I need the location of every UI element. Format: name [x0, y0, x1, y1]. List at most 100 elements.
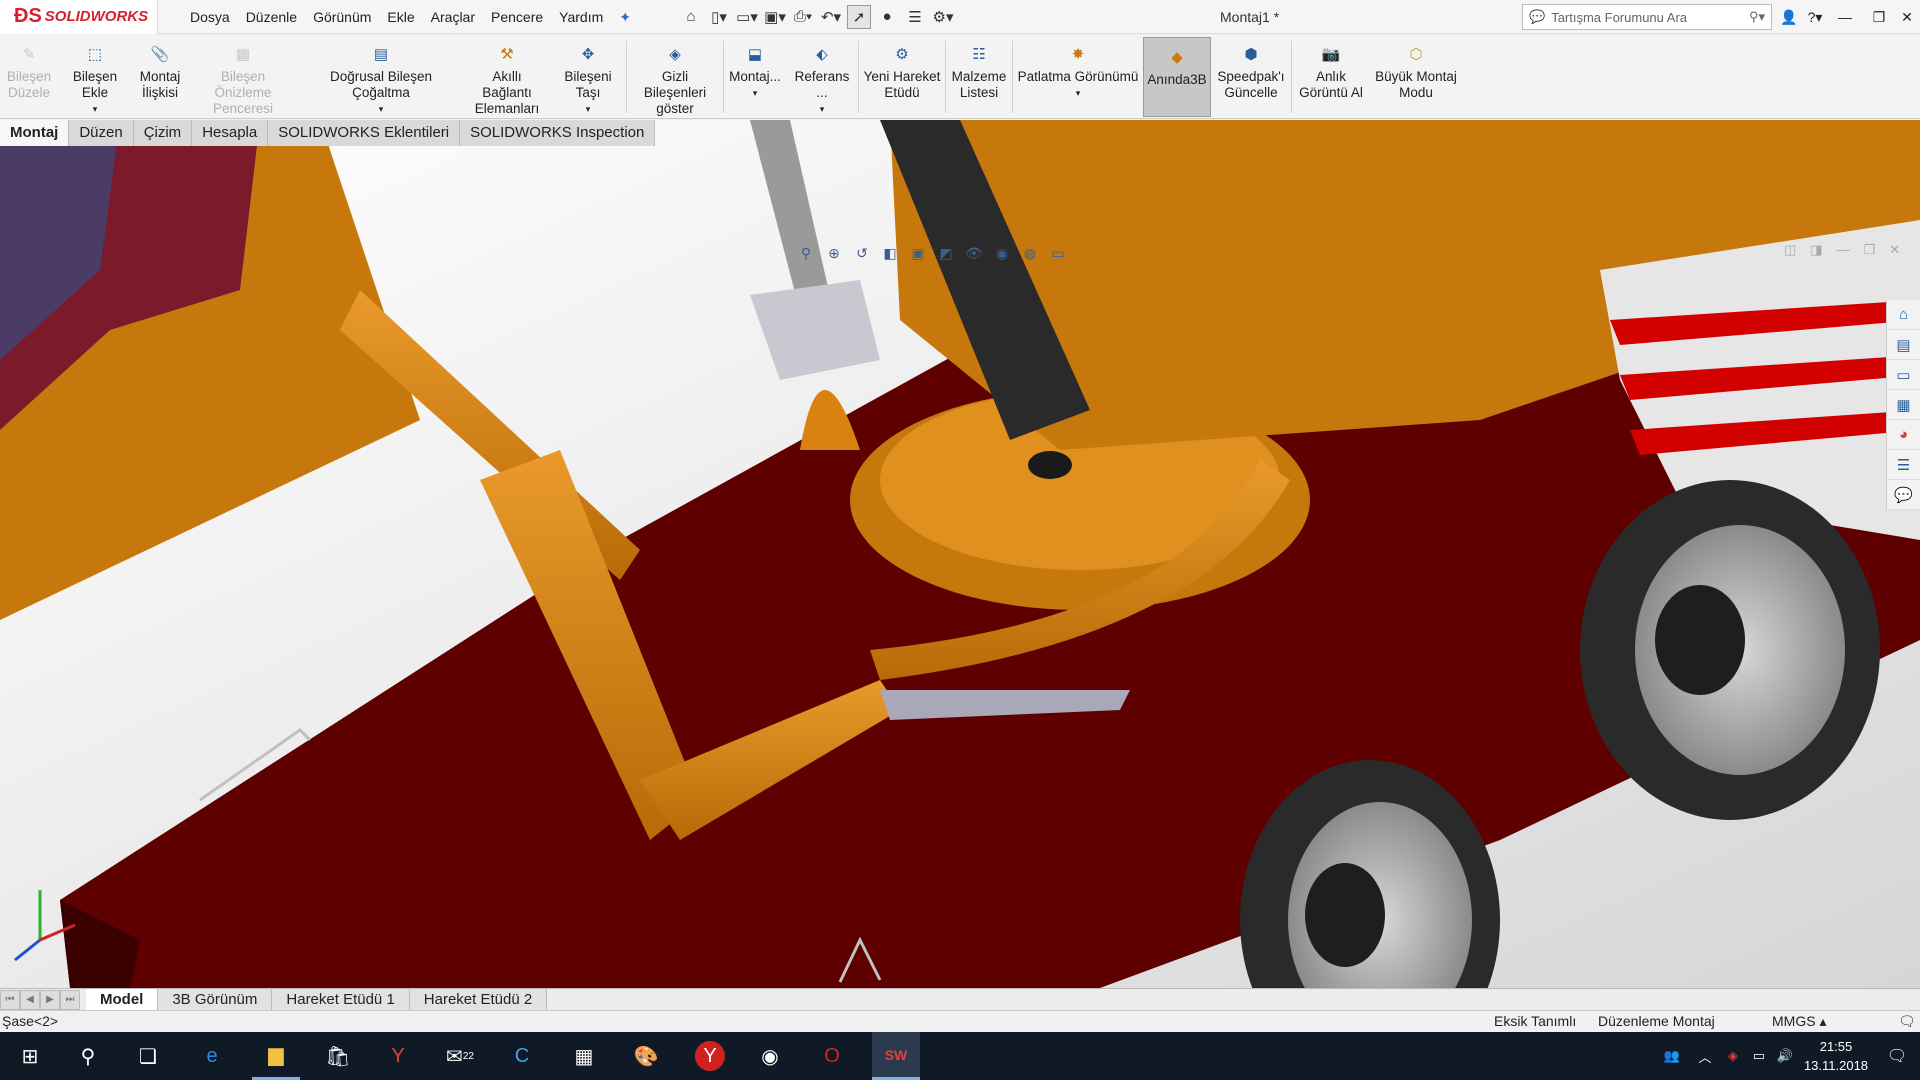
- calculator-icon[interactable]: ▦: [560, 1032, 608, 1080]
- view-orientation-icon[interactable]: ▣: [907, 242, 929, 264]
- save-icon[interactable]: ▣▾: [763, 5, 787, 29]
- design-library-icon[interactable]: ▤: [1887, 330, 1920, 360]
- menu-view[interactable]: Görünüm: [305, 0, 379, 34]
- appearances-icon[interactable]: ◕: [1887, 420, 1920, 450]
- yandex-icon[interactable]: Y: [374, 1032, 422, 1080]
- apply-scene-icon[interactable]: ◍: [1019, 242, 1041, 264]
- yandex-browser-icon[interactable]: Y: [695, 1041, 725, 1071]
- close-icon[interactable]: ✕: [1894, 0, 1920, 34]
- search-icon[interactable]: ⚲▾: [1749, 9, 1771, 25]
- prev-tab-icon[interactable]: ◀: [20, 989, 40, 1010]
- hide-show-items-icon[interactable]: 👁: [963, 242, 985, 264]
- large-assembly-button[interactable]: ⬡ Büyük Montaj Modu: [1370, 35, 1462, 119]
- speedpak-button[interactable]: ⬢ Speedpak'ı Güncelle: [1211, 35, 1291, 119]
- component-preview-button[interactable]: ▦ Bileşen Önizleme Penceresi: [188, 35, 298, 119]
- paint-icon[interactable]: 🎨: [622, 1032, 670, 1080]
- search-icon[interactable]: ⚲: [64, 1032, 112, 1080]
- custom-properties-icon[interactable]: ☰: [1887, 450, 1920, 480]
- menu-insert[interactable]: Ekle: [379, 0, 422, 34]
- previous-view-icon[interactable]: ↺: [851, 242, 873, 264]
- pin-icon[interactable]: ✦: [611, 0, 639, 34]
- tab-addins[interactable]: SOLIDWORKS Eklentileri: [268, 120, 461, 146]
- move-component-button[interactable]: ✥ Bileşeni Taşı ▾: [550, 35, 626, 119]
- menu-help[interactable]: Yardım: [551, 0, 611, 34]
- show-hidden-icons-chevron-icon[interactable]: ︿: [1690, 1047, 1720, 1066]
- minimize-icon[interactable]: —: [1832, 0, 1858, 34]
- rebuild-icon[interactable]: ●: [875, 5, 899, 29]
- tab-sketch[interactable]: Çizim: [133, 120, 193, 146]
- next-tab-icon[interactable]: ▶: [40, 989, 60, 1010]
- home-icon[interactable]: ⌂: [679, 5, 703, 29]
- forum-icon[interactable]: 💬: [1887, 480, 1920, 510]
- disc-icon[interactable]: ◉: [746, 1032, 794, 1080]
- file-explorer-icon[interactable]: ▆: [252, 1032, 300, 1080]
- new-motion-study-button[interactable]: ⚙ Yeni Hareket Etüdü: [859, 35, 945, 119]
- viewport-close-icon[interactable]: ✕: [1889, 242, 1900, 258]
- graphics-area[interactable]: ⚲ ⊕ ↺ ◧ ▣ ◩ 👁 ◉ ◍ ▭ ◫ ◨ — ❐ ✕ ⌂ ▤ ▭ ▦ ◕ …: [0, 120, 1920, 988]
- print-icon[interactable]: ⎙▾: [791, 5, 815, 29]
- first-tab-icon[interactable]: ⏮: [0, 989, 20, 1010]
- tab-motion-study-2[interactable]: Hareket Etüdü 2: [409, 989, 548, 1010]
- forum-search-input[interactable]: 💬 Tartışma Forumunu Ara ⚲▾: [1522, 4, 1772, 30]
- smart-fasteners-button[interactable]: ⚒ Akıllı Bağlantı Elemanları: [464, 35, 550, 119]
- instant3d-button[interactable]: ◆ Anında3B: [1143, 37, 1211, 117]
- undo-icon[interactable]: ↶▾: [819, 5, 843, 29]
- tab-motion-study-1[interactable]: Hareket Etüdü 1: [272, 989, 410, 1010]
- solidworks-logo[interactable]: ƉS SOLIDWORKS: [0, 0, 158, 34]
- viewport-restore-icon[interactable]: ❐: [1864, 242, 1876, 258]
- viewport-tile-icon[interactable]: ◨: [1810, 242, 1822, 258]
- file-properties-icon[interactable]: ☰: [903, 5, 927, 29]
- antivirus-icon[interactable]: ◈: [1720, 1048, 1746, 1064]
- options-gear-icon[interactable]: ⚙▾: [931, 5, 955, 29]
- zoom-area-icon[interactable]: ⊕: [823, 242, 845, 264]
- windows-start-icon[interactable]: ⊞: [6, 1032, 54, 1080]
- opera-icon[interactable]: O: [808, 1032, 856, 1080]
- open-icon[interactable]: ▭▾: [735, 5, 759, 29]
- solidworks-taskbar-icon[interactable]: SW: [872, 1032, 920, 1080]
- tab-inspection[interactable]: SOLIDWORKS Inspection: [460, 120, 656, 146]
- menu-window[interactable]: Pencere: [483, 0, 551, 34]
- tab-model[interactable]: Model: [86, 989, 159, 1010]
- tooltip-icon[interactable]: 🗨: [1898, 1011, 1916, 1032]
- volume-icon[interactable]: 🔊: [1772, 1048, 1798, 1064]
- restore-icon[interactable]: ❐: [1866, 0, 1892, 34]
- edge-browser-icon[interactable]: e: [188, 1032, 236, 1080]
- notification-icon[interactable]: 🗨: [1874, 1046, 1920, 1066]
- display-style-icon[interactable]: ◩: [935, 242, 957, 264]
- battery-icon[interactable]: ▭: [1746, 1048, 1772, 1064]
- section-view-icon[interactable]: ◧: [879, 242, 901, 264]
- zoom-to-fit-icon[interactable]: ⚲: [795, 242, 817, 264]
- mate-button[interactable]: 📎 Montaj İlişkisi: [132, 35, 188, 119]
- units-selector[interactable]: MMGS ▴: [1772, 1011, 1826, 1032]
- edit-component-button[interactable]: ✎ Bileşen Düzele: [0, 35, 58, 119]
- tab-3d-view[interactable]: 3B Görünüm: [158, 989, 273, 1010]
- assembly-features-button[interactable]: ⬓ Montaj... ▾: [724, 35, 786, 119]
- view-palette-icon[interactable]: ▦: [1887, 390, 1920, 420]
- people-icon[interactable]: 👥: [1654, 1048, 1690, 1064]
- edit-appearance-icon[interactable]: ◉: [991, 242, 1013, 264]
- mail-icon[interactable]: ✉ 22: [436, 1032, 484, 1080]
- tab-evaluate[interactable]: Hesapla: [192, 120, 269, 146]
- select-icon[interactable]: ➚: [847, 4, 871, 29]
- last-tab-icon[interactable]: ⏭: [60, 989, 80, 1010]
- new-document-icon[interactable]: ▯▾: [707, 5, 731, 29]
- menu-tools[interactable]: Araçlar: [423, 0, 483, 34]
- app-c-icon[interactable]: C: [498, 1032, 546, 1080]
- viewport-split-icon[interactable]: ◫: [1784, 242, 1796, 258]
- task-view-icon[interactable]: ❏: [124, 1032, 172, 1080]
- show-hidden-button[interactable]: ◈ Gizli Bileşenleri göster: [627, 35, 723, 119]
- help-icon[interactable]: ?▾: [1802, 0, 1828, 34]
- exploded-view-button[interactable]: ✸ Patlatma Görünümü ▾: [1013, 35, 1143, 119]
- solidworks-resources-icon[interactable]: ⌂: [1887, 300, 1920, 330]
- clock[interactable]: 21:55 13.11.2018: [1798, 1037, 1874, 1075]
- tab-layout[interactable]: Düzen: [69, 120, 134, 146]
- linear-pattern-button[interactable]: ▤ Doğrusal Bileşen Çoğaltma ▾: [298, 35, 464, 119]
- user-icon[interactable]: 👤: [1776, 0, 1802, 34]
- bill-of-materials-button[interactable]: ☷ Malzeme Listesi: [946, 35, 1012, 119]
- reference-geometry-button[interactable]: ⬖ Referans ... ▾: [786, 35, 858, 119]
- insert-component-button[interactable]: ⬚ Bileşen Ekle ▾: [58, 35, 132, 119]
- snapshot-button[interactable]: 📷 Anlık Görüntü Al: [1292, 35, 1370, 119]
- view-settings-icon[interactable]: ▭: [1047, 242, 1069, 264]
- file-explorer-icon[interactable]: ▭: [1887, 360, 1920, 390]
- store-icon[interactable]: 🛍: [314, 1032, 362, 1080]
